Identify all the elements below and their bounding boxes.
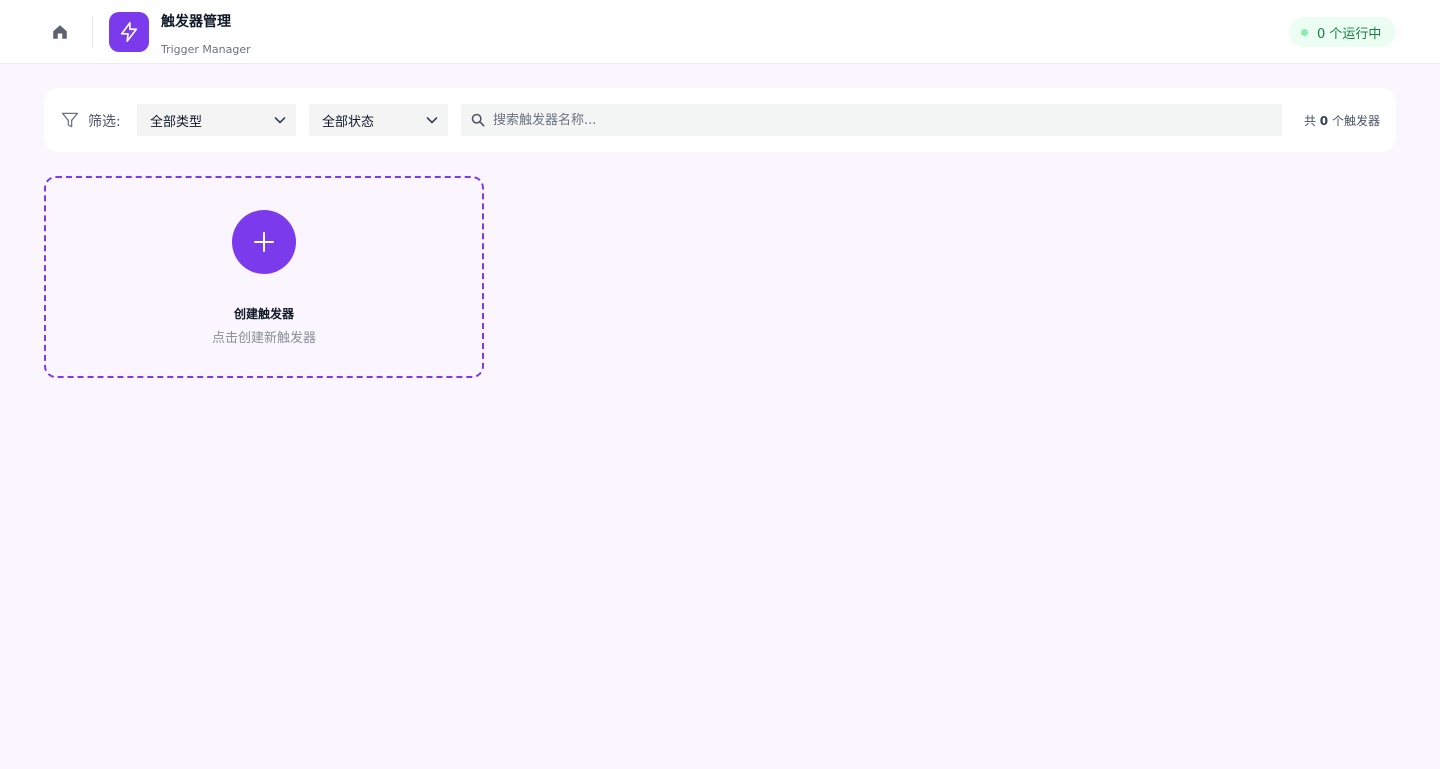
filter-icon [61, 112, 79, 128]
status-filter-select[interactable]: 全部状态 [309, 104, 448, 136]
create-trigger-button[interactable] [232, 210, 296, 274]
page-title: 触发器管理 [161, 14, 231, 30]
header-divider [92, 16, 93, 48]
running-count-text: 0 个运行中 [1317, 26, 1382, 42]
search-icon [471, 113, 485, 127]
type-filter-value: 全部类型 [150, 114, 203, 130]
running-status-badge: 0 个运行中 [1289, 17, 1396, 47]
plus-icon [254, 232, 274, 252]
page-subtitle: Trigger Manager [161, 43, 251, 56]
search-box [461, 104, 1282, 136]
search-input[interactable] [493, 104, 1273, 136]
count-value: 0 [1319, 114, 1329, 128]
lightning-icon [120, 22, 138, 42]
trigger-count: 共 0 个触发器 [1304, 112, 1380, 129]
filter-bar: 筛选: 全部类型 全部状态 共 0 个触发器 [44, 88, 1396, 152]
create-trigger-title: 创建触发器 [233, 307, 294, 321]
create-trigger-subtitle: 点击创建新触发器 [211, 331, 316, 346]
home-button[interactable] [44, 16, 76, 48]
filter-label: 筛选: [88, 114, 121, 130]
count-prefix: 共 [1303, 114, 1316, 128]
chevron-down-icon [274, 117, 286, 124]
type-filter-select[interactable]: 全部类型 [137, 104, 296, 136]
home-icon [53, 25, 67, 39]
count-suffix: 个触发器 [1331, 114, 1380, 128]
status-dot-icon [1301, 28, 1308, 36]
status-filter-value: 全部状态 [322, 114, 375, 130]
chevron-down-icon [426, 117, 438, 124]
app-header: 触发器管理 Trigger Manager 0 个运行中 [0, 0, 1440, 64]
create-trigger-card[interactable]: 创建触发器 点击创建新触发器 [44, 176, 484, 378]
app-logo [109, 12, 149, 52]
